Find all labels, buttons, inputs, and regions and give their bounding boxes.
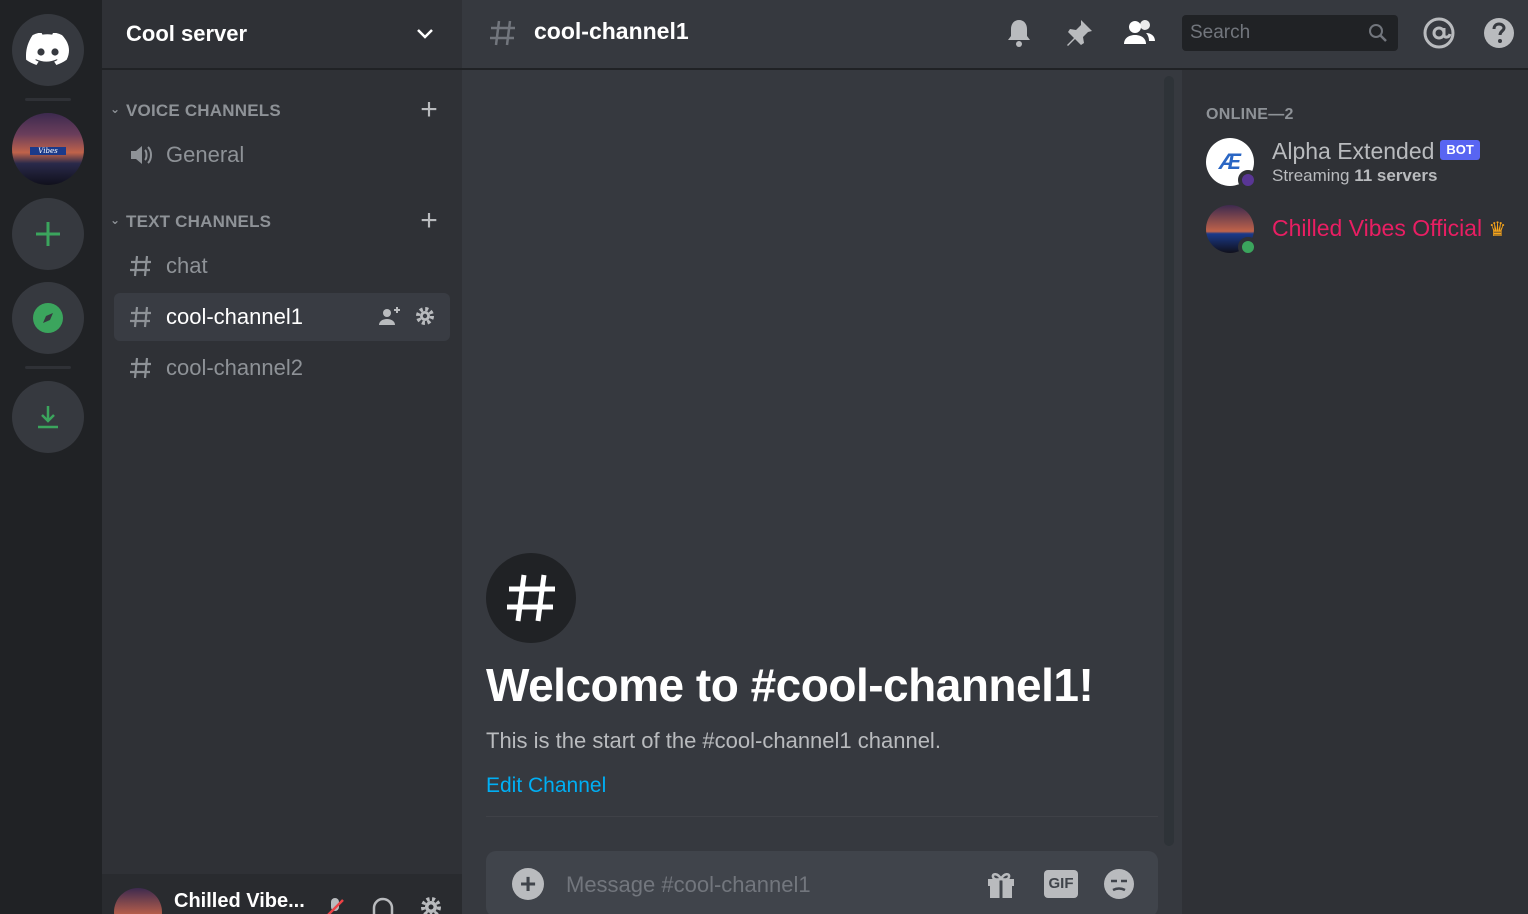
- channel-sidebar: Cool server ⌄ VOICE CHANNELS + General ⌄…: [102, 0, 462, 914]
- emoji-picker-icon[interactable]: [1102, 867, 1136, 901]
- text-channel-cool-channel2[interactable]: cool-channel2: [114, 344, 450, 392]
- gif-picker-button[interactable]: GIF: [1044, 870, 1078, 898]
- guild-name: Cool server: [126, 21, 248, 46]
- streaming-status-icon: [1238, 170, 1258, 190]
- member-list-icon[interactable]: [1122, 16, 1156, 50]
- chevron-down-icon: ⌄: [110, 213, 121, 227]
- pin-icon[interactable]: [1062, 16, 1096, 50]
- edit-channel-link[interactable]: Edit Channel: [486, 774, 606, 798]
- discord-logo-icon: [26, 33, 70, 65]
- notification-bell-icon[interactable]: [1002, 16, 1036, 50]
- search-icon: [1369, 24, 1387, 42]
- channel-name: chat: [166, 253, 208, 278]
- add-server-button[interactable]: [12, 198, 84, 270]
- hash-icon: [130, 255, 151, 277]
- crown-icon: ♛: [1488, 219, 1507, 241]
- member-name: Chilled Vibes Official ♛: [1272, 215, 1506, 242]
- create-channel-icon[interactable]: +: [420, 95, 438, 125]
- create-channel-icon[interactable]: +: [420, 206, 438, 236]
- user-panel: Chilled Vibe...: [102, 874, 462, 914]
- channel-name: cool-channel1: [166, 304, 303, 329]
- user-controls: [322, 894, 444, 914]
- welcome-subtitle: This is the start of the #cool-channel1 …: [486, 728, 941, 753]
- invite-member-icon[interactable]: [378, 305, 402, 329]
- explore-compass-icon: [33, 303, 63, 333]
- gear-icon[interactable]: [414, 305, 436, 327]
- download-icon: [38, 406, 58, 429]
- member-activity: Streaming 11 servers: [1272, 166, 1437, 186]
- hash-icon: [490, 20, 515, 46]
- server-rail: Vibes: [0, 0, 102, 914]
- channel-welcome-icon: [486, 553, 576, 643]
- member-chilled-vibes-official[interactable]: Chilled Vibes Official ♛: [1206, 205, 1526, 261]
- category-text-channels[interactable]: ⌄ TEXT CHANNELS +: [102, 206, 462, 237]
- chevron-down-icon: ⌄: [110, 102, 121, 116]
- help-icon[interactable]: [1482, 16, 1516, 50]
- speaker-icon: [131, 146, 152, 164]
- text-channel-chat[interactable]: chat: [114, 242, 450, 290]
- mentions-icon[interactable]: [1422, 16, 1456, 50]
- category-label: TEXT CHANNELS: [126, 212, 272, 231]
- hash-icon: [507, 574, 555, 622]
- home-button[interactable]: [12, 14, 84, 86]
- text-channel-cool-channel1[interactable]: cool-channel1: [114, 293, 450, 341]
- server-separator: [25, 366, 71, 369]
- member-name-text: Alpha Extended: [1272, 138, 1435, 164]
- activity-prefix: Streaming: [1272, 166, 1355, 185]
- chevron-down-icon[interactable]: [414, 22, 436, 44]
- welcome-title: Welcome to #cool-channel1!: [486, 659, 1094, 711]
- server-separator: [25, 98, 71, 101]
- activity-detail: 11 servers: [1354, 166, 1438, 185]
- server-avatar-banner: Vibes: [30, 147, 66, 155]
- headphones-icon[interactable]: [370, 894, 396, 914]
- online-header: ONLINE—2: [1206, 106, 1294, 123]
- hash-icon: [130, 357, 151, 379]
- voice-channel-general[interactable]: General: [114, 131, 450, 179]
- bot-badge: BOT: [1440, 139, 1480, 160]
- download-apps-button[interactable]: [12, 381, 84, 453]
- member-name-text: Chilled Vibes Official: [1272, 215, 1483, 241]
- channel-actions: [378, 305, 436, 329]
- gift-icon[interactable]: [984, 867, 1018, 901]
- search-bar: [1182, 15, 1398, 51]
- explore-servers-button[interactable]: [12, 282, 84, 354]
- server-avatar-cool-server[interactable]: Vibes: [12, 113, 84, 185]
- user-name[interactable]: Chilled Vibe...: [174, 890, 305, 913]
- add-server-icon: [36, 222, 60, 246]
- category-label: VOICE CHANNELS: [126, 101, 281, 120]
- channel-name: cool-channel2: [166, 355, 303, 380]
- chat-area: Welcome to #cool-channel1! This is the s…: [462, 70, 1182, 914]
- guild-header[interactable]: Cool server: [102, 0, 462, 70]
- divider: [486, 816, 1158, 817]
- avatar-text: Æ: [1219, 149, 1241, 174]
- message-input[interactable]: [566, 865, 956, 905]
- message-composer: + GIF: [486, 851, 1158, 914]
- mute-microphone-icon[interactable]: [322, 894, 348, 914]
- scrollbar[interactable]: [1164, 76, 1174, 846]
- online-status-icon: [1238, 237, 1258, 257]
- avatar[interactable]: [114, 888, 162, 914]
- hash-icon: [130, 306, 151, 328]
- category-voice-channels[interactable]: ⌄ VOICE CHANNELS +: [102, 95, 462, 126]
- upload-plus-icon[interactable]: +: [512, 868, 544, 900]
- member-alpha-extended[interactable]: Æ Alpha Extended BOT Streaming 11 servers: [1206, 138, 1526, 194]
- search-input[interactable]: [1182, 15, 1362, 51]
- member-name: Alpha Extended BOT: [1272, 138, 1480, 165]
- channel-header: cool-channel1: [462, 0, 1528, 70]
- channel-title: cool-channel1: [534, 18, 689, 44]
- gear-icon[interactable]: [418, 894, 444, 914]
- member-list: ONLINE—2 Æ Alpha Extended BOT Streaming 1…: [1182, 70, 1528, 914]
- channel-name: General: [166, 142, 245, 167]
